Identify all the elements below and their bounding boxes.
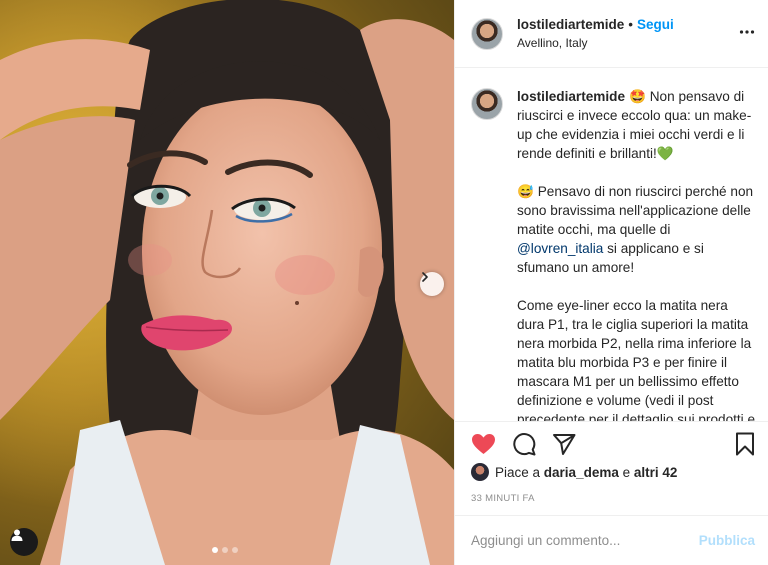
paper-plane-icon [553, 433, 576, 455]
portrait-illustration [0, 0, 454, 565]
post-timestamp[interactable]: 33 MINUTI FA [471, 493, 535, 504]
likes-connector: e [622, 464, 631, 480]
post-side-panel: lostilediartemide • Segui Avellino, Ital… [454, 0, 768, 565]
carousel-dot [212, 547, 218, 553]
caption-text-2a: 😅 Pensavo di non riuscirci perché non so… [517, 184, 754, 237]
comment-input[interactable] [471, 533, 699, 548]
like-button[interactable] [471, 433, 496, 455]
more-options-button[interactable] [739, 24, 755, 45]
caption-section: lostilediartemide 🤩 Non pensavo di riusci… [455, 69, 768, 421]
caption-paragraph: lostilediartemide 🤩 Non pensavo di riusci… [517, 87, 757, 163]
likes-prefix: Piace a [495, 464, 541, 480]
bookmark-icon [736, 432, 754, 456]
carousel-indicator [212, 547, 238, 553]
action-bar [455, 421, 768, 465]
caption-author-avatar[interactable] [471, 88, 503, 120]
author-avatar[interactable] [471, 17, 503, 50]
caption-paragraph: 😅 Pensavo di non riuscirci perché non so… [517, 182, 757, 277]
post-location[interactable]: Avellino, Italy [517, 36, 674, 50]
post-caption: lostilediartemide 🤩 Non pensavo di riusci… [517, 87, 757, 421]
author-line: lostilediartemide • Segui [517, 17, 674, 32]
carousel-dot [222, 547, 228, 553]
mention-link[interactable]: @lovren_italia [517, 241, 603, 256]
author-username[interactable]: lostilediartemide [517, 17, 624, 32]
carousel-next-button[interactable] [420, 272, 444, 296]
tagged-users-button[interactable] [10, 528, 38, 556]
carousel-dot [232, 547, 238, 553]
caption-username[interactable]: lostilediartemide [517, 89, 625, 104]
likes-others-link[interactable]: altri 42 [634, 465, 678, 480]
liker-avatar[interactable] [471, 463, 489, 481]
comment-composer: Pubblica [455, 515, 768, 565]
share-button[interactable] [552, 432, 576, 456]
heart-filled-icon [472, 433, 495, 454]
post-photo[interactable] [0, 0, 454, 565]
liker-username[interactable]: daria_dema [544, 465, 619, 480]
caption-paragraph: Come eye-liner ecco la matita nera dura … [517, 296, 757, 421]
save-button[interactable] [735, 432, 755, 461]
separator-dot: • [628, 17, 634, 32]
comment-button[interactable] [512, 432, 536, 456]
chevron-right-icon [422, 272, 428, 282]
publish-button[interactable]: Pubblica [699, 533, 755, 548]
author-info: lostilediartemide • Segui Avellino, Ital… [517, 17, 674, 50]
comment-bubble-icon [513, 432, 536, 455]
likes-summary: Piace a daria_dema e altri 42 [471, 463, 677, 481]
ellipsis-icon [739, 30, 755, 34]
follow-button[interactable]: Segui [637, 17, 674, 32]
user-tag-icon [11, 529, 23, 541]
caption-text-3: Come eye-liner ecco la matita nera dura … [517, 298, 756, 421]
post-header: lostilediartemide • Segui Avellino, Ital… [455, 0, 768, 68]
